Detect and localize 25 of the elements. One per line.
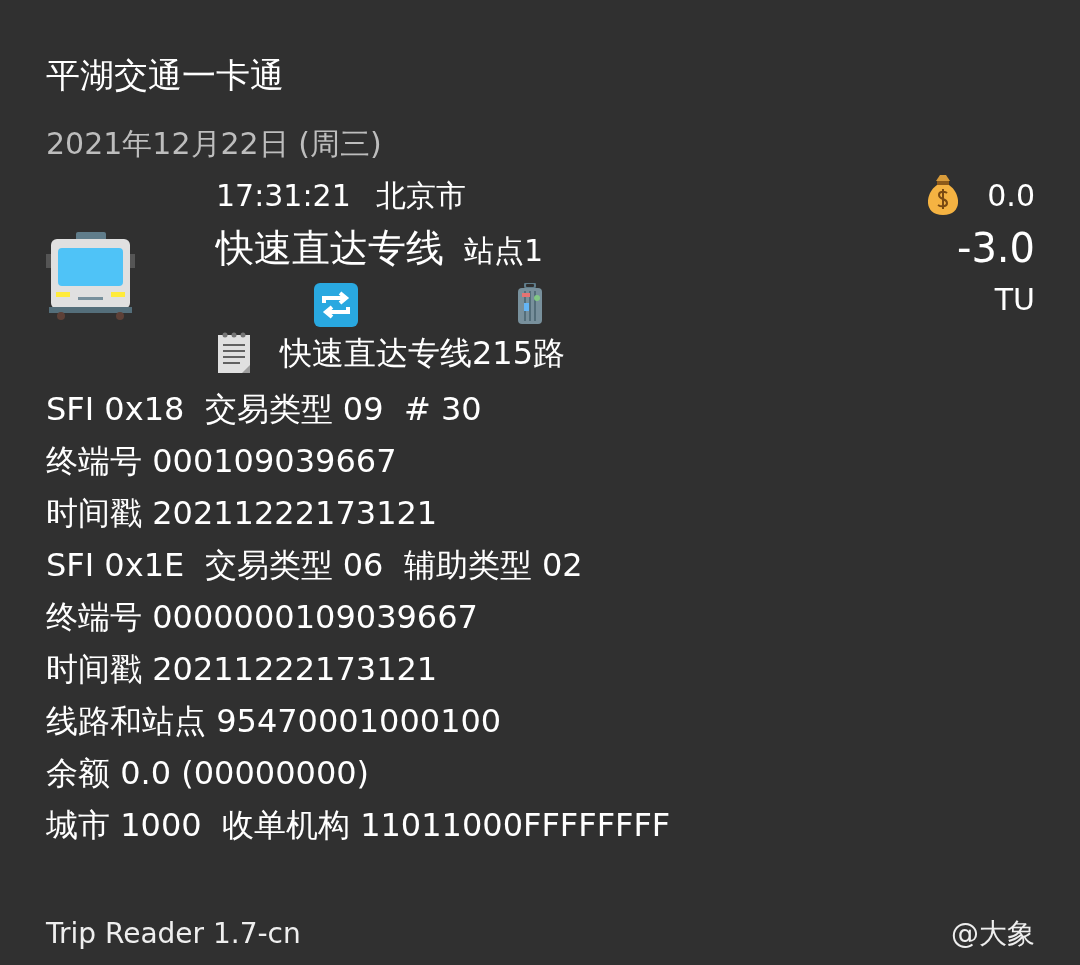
currency-label: TU <box>994 281 1035 319</box>
notepad-icon <box>216 331 252 375</box>
detail-line: SFI 0x1E 交易类型 06 辅助类型 02 <box>46 545 584 586</box>
detail-line: 时间戳 20211222173121 <box>46 649 439 690</box>
balance-value: 0.0 <box>987 177 1035 215</box>
detail-line: 终端号 000109039667 <box>46 441 398 482</box>
luggage-icon <box>516 283 544 327</box>
app-version: Trip Reader 1.7-cn <box>46 916 301 952</box>
detail-line: 时间戳 20211222173121 <box>46 493 439 534</box>
detail-line: 城市 1000 收单机构 11011000FFFFFFFF <box>46 805 672 846</box>
detail-line: 余额 0.0 (00000000) <box>46 753 371 794</box>
bus-icon <box>46 231 135 320</box>
fare-amount: -3.0 <box>956 224 1035 273</box>
author-name: @大象 <box>951 916 1035 952</box>
trip-city: 北京市 <box>376 178 467 213</box>
detail-line: 线路和站点 95470001000100 <box>46 701 503 742</box>
route-name: 快速直达专线 <box>216 226 444 270</box>
route-note: 快速直达专线215路 <box>280 333 566 374</box>
transfer-icon <box>314 283 358 327</box>
trip-time: 17:31:21 <box>216 178 351 213</box>
card-title: 平湖交通一卡通 <box>46 54 285 97</box>
station-name: 站点1 <box>464 233 544 268</box>
detail-line: SFI 0x18 交易类型 09 # 30 <box>46 389 483 430</box>
trip-date: 2021年12月22日 (周三) <box>46 125 383 163</box>
detail-line: 终端号 0000000109039667 <box>46 597 479 638</box>
